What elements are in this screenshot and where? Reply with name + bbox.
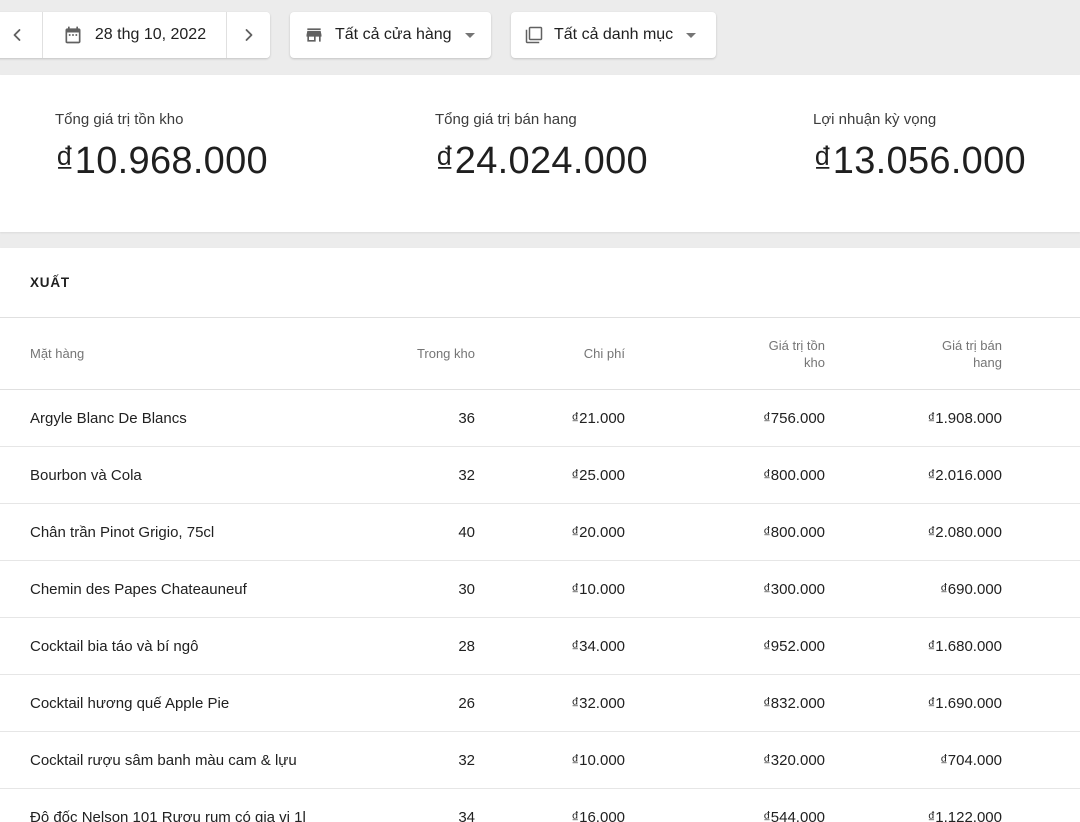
stock-value-cell: ₫544.000 — [625, 809, 825, 822]
retail-value-cell: ₫1.690.000 — [825, 695, 1002, 712]
cost-cell: ₫21.000 — [475, 410, 625, 427]
summary-card-value: ₫10.968.000 — [55, 140, 268, 183]
column-header-retail-value: Giá trị bán hang — [825, 337, 1002, 371]
stock-value-cell: ₫800.000 — [625, 524, 825, 541]
item-name-cell: Cocktail hương quế Apple Pie — [30, 695, 355, 712]
category-filter-label: Tất cả danh mục — [554, 26, 673, 44]
summary-card-label: Tổng giá trị tồn kho — [55, 111, 268, 128]
stock-value-cell: ₫800.000 — [625, 467, 825, 484]
item-name-cell: Chân trần Pinot Grigio, 75cl — [30, 524, 355, 541]
calendar-icon — [63, 25, 83, 45]
column-header-item: Mặt hàng — [30, 345, 355, 362]
table-row[interactable]: Cocktail rượu sâm banh màu cam & lựu 32 … — [0, 732, 1080, 789]
summary-card-label: Lợi nhuận kỳ vọng — [813, 111, 1026, 128]
cost-cell: ₫10.000 — [475, 752, 625, 769]
caret-down-icon — [686, 33, 696, 38]
column-header-stock-value: Giá trị tồn kho — [625, 337, 825, 371]
retail-value-cell: ₫2.016.000 — [825, 467, 1002, 484]
summary-cards: Tổng giá trị tồn kho ₫10.968.000 Tổng gi… — [0, 75, 1080, 232]
category-icon — [525, 26, 543, 44]
table-row[interactable]: Bourbon và Cola 32 ₫25.000 ₫800.000 ₫2.0… — [0, 447, 1080, 504]
cost-cell: ₫25.000 — [475, 467, 625, 484]
stock-value-cell: ₫832.000 — [625, 695, 825, 712]
prev-date-button[interactable] — [0, 12, 42, 58]
toolbar: 28 thg 10, 2022 Tất cả cửa hàng Tất cả d… — [0, 0, 1080, 75]
retail-value-cell: ₫704.000 — [825, 752, 1002, 769]
in-stock-cell: 28 — [355, 638, 475, 655]
summary-card-value: ₫13.056.000 — [813, 140, 1026, 183]
table-title: XUẤT — [0, 248, 1080, 318]
cost-cell: ₫20.000 — [475, 524, 625, 541]
table-row[interactable]: Argyle Blanc De Blancs 36 ₫21.000 ₫756.0… — [0, 390, 1080, 447]
retail-value-cell: ₫1.122.000 — [825, 809, 1002, 822]
summary-card-retail-value: Tổng giá trị bán hang ₫24.024.000 — [435, 111, 648, 183]
table-row[interactable]: Cocktail bia táo và bí ngô 28 ₫34.000 ₫9… — [0, 618, 1080, 675]
cost-cell: ₫16.000 — [475, 809, 625, 822]
table-row[interactable]: Chemin des Papes Chateauneuf 30 ₫10.000 … — [0, 561, 1080, 618]
in-stock-cell: 26 — [355, 695, 475, 712]
item-name-cell: Cocktail rượu sâm banh màu cam & lựu — [30, 752, 355, 769]
cost-cell: ₫32.000 — [475, 695, 625, 712]
column-header-in-stock: Trong kho — [355, 345, 475, 362]
retail-value-cell: ₫2.080.000 — [825, 524, 1002, 541]
in-stock-cell: 32 — [355, 752, 475, 769]
item-name-cell: Argyle Blanc De Blancs — [30, 410, 355, 427]
column-header-cost: Chi phí — [475, 345, 625, 362]
caret-down-icon — [465, 33, 475, 38]
table-row[interactable]: Chân trần Pinot Grigio, 75cl 40 ₫20.000 … — [0, 504, 1080, 561]
stock-value-cell: ₫320.000 — [625, 752, 825, 769]
chevron-right-icon — [239, 25, 259, 45]
stock-value-cell: ₫952.000 — [625, 638, 825, 655]
summary-card-inventory-value: Tổng giá trị tồn kho ₫10.968.000 — [55, 111, 268, 183]
next-date-button[interactable] — [226, 12, 270, 58]
date-picker-button[interactable]: 28 thg 10, 2022 — [42, 12, 226, 58]
stock-value-cell: ₫756.000 — [625, 410, 825, 427]
item-name-cell: Đô đốc Nelson 101 Rượu rum có gia vị 1l — [30, 809, 355, 822]
date-label: 28 thg 10, 2022 — [95, 26, 206, 44]
table-body: Argyle Blanc De Blancs 36 ₫21.000 ₫756.0… — [0, 390, 1080, 822]
date-navigator: 28 thg 10, 2022 — [0, 12, 270, 58]
in-stock-cell: 32 — [355, 467, 475, 484]
summary-card-value: ₫24.024.000 — [435, 140, 648, 183]
inventory-panel: XUẤT Mặt hàng Trong kho Chi phí Giá trị … — [0, 248, 1080, 822]
in-stock-cell: 36 — [355, 410, 475, 427]
cost-cell: ₫34.000 — [475, 638, 625, 655]
retail-value-cell: ₫1.908.000 — [825, 410, 1002, 427]
stock-value-cell: ₫300.000 — [625, 581, 825, 598]
table-row[interactable]: Đô đốc Nelson 101 Rượu rum có gia vị 1l … — [0, 789, 1080, 822]
chevron-left-icon — [7, 25, 27, 45]
store-filter-button[interactable]: Tất cả cửa hàng — [290, 12, 491, 58]
in-stock-cell: 34 — [355, 809, 475, 822]
item-name-cell: Cocktail bia táo và bí ngô — [30, 638, 355, 655]
store-icon — [304, 25, 324, 45]
retail-value-cell: ₫1.680.000 — [825, 638, 1002, 655]
summary-card-expected-profit: Lợi nhuận kỳ vọng ₫13.056.000 — [813, 111, 1026, 183]
item-name-cell: Chemin des Papes Chateauneuf — [30, 581, 355, 598]
table-header: Mặt hàng Trong kho Chi phí Giá trị tồn k… — [0, 318, 1080, 390]
in-stock-cell: 30 — [355, 581, 475, 598]
cost-cell: ₫10.000 — [475, 581, 625, 598]
summary-card-label: Tổng giá trị bán hang — [435, 111, 648, 128]
table-row[interactable]: Cocktail hương quế Apple Pie 26 ₫32.000 … — [0, 675, 1080, 732]
category-filter-button[interactable]: Tất cả danh mục — [511, 12, 716, 58]
store-filter-label: Tất cả cửa hàng — [335, 26, 452, 44]
item-name-cell: Bourbon và Cola — [30, 467, 355, 484]
in-stock-cell: 40 — [355, 524, 475, 541]
retail-value-cell: ₫690.000 — [825, 581, 1002, 598]
